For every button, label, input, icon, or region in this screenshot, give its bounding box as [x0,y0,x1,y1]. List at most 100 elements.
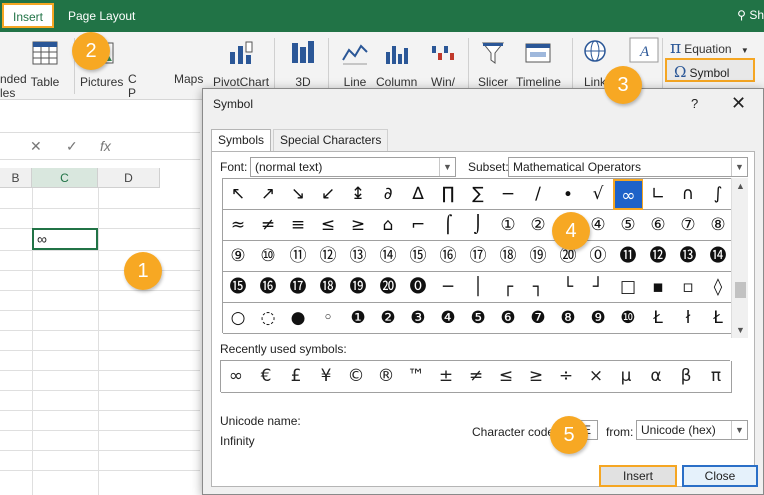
symbol-cell[interactable]: ⑭ [373,241,404,272]
recent-symbol-cell[interactable]: £ [281,361,312,393]
symbol-cell[interactable]: ≡ [283,210,314,241]
help-button[interactable]: ? [691,96,698,111]
font-select[interactable]: (normal text) ▼ [250,157,456,177]
symbol-cell[interactable]: ↨ [343,179,374,210]
recent-symbol-cell[interactable]: € [251,361,282,393]
symbol-cell[interactable]: ❻ [493,303,524,334]
symbol-cell[interactable]: ▪ [643,272,674,303]
scroll-thumb[interactable] [735,282,746,298]
symbol-cell[interactable]: ⓱ [283,272,314,303]
symbol-cell[interactable]: └ [553,272,584,303]
recent-symbol-cell[interactable]: ® [371,361,402,393]
column-header-c[interactable]: C [32,168,98,188]
symbol-cell[interactable]: ↗ [253,179,284,210]
tab-symbols[interactable]: Symbols [211,129,272,153]
symbol-cell[interactable]: ◊ [703,272,734,303]
symbol-cell[interactable]: ❼ [523,303,554,334]
symbol-cell[interactable]: ❾ [583,303,614,334]
tab-page-layout[interactable]: Page Layout [68,9,135,23]
symbol-cell[interactable]: ∂ [373,179,404,210]
symbol-cell[interactable]: ⌡ [463,210,494,241]
symbol-cell[interactable]: ❸ [403,303,434,334]
symbol-grid-scrollbar[interactable]: ▲ ▼ [731,178,748,338]
tab-special-characters[interactable]: Special Characters [273,129,389,151]
symbol-cell[interactable]: ⓴ [373,272,404,303]
sparkline-column-button[interactable]: Column [376,38,417,89]
symbol-button[interactable]: Ω Symbol [665,58,755,82]
pivotchart-button[interactable]: PivotChart [213,38,269,89]
symbol-cell[interactable]: Ł [703,303,734,334]
symbol-cell[interactable]: ≠ [253,210,284,241]
symbol-cell[interactable]: ⑥ [643,210,674,241]
recent-symbol-cell[interactable]: ¥ [311,361,342,393]
symbol-cell[interactable]: ≈ [223,210,254,241]
symbol-cell[interactable]: ● [283,303,314,334]
column-header-b[interactable]: B [0,168,32,188]
symbol-cell[interactable]: ⑯ [433,241,464,272]
symbol-cell[interactable]: ≥ [343,210,374,241]
sparkline-winloss-button[interactable]: Win/ [428,38,458,89]
symbol-cell[interactable]: ⑱ [493,241,524,272]
insert-button[interactable]: Insert [599,465,677,487]
symbol-cell[interactable]: ⓲ [313,272,344,303]
recent-symbol-cell[interactable]: × [581,361,612,393]
symbol-cell[interactable]: ∕ [523,179,554,210]
3d-map-button[interactable]: 3D [288,38,318,89]
timeline-button[interactable]: Timeline [516,38,561,89]
scroll-up-icon[interactable]: ▲ [732,178,749,194]
symbol-cell[interactable]: ⓭ [673,241,704,272]
symbol-cell[interactable]: ⓬ [643,241,674,272]
symbol-cell[interactable]: ⓰ [253,272,284,303]
symbol-cell[interactable]: ⓪ [583,241,614,272]
subset-select[interactable]: Mathematical Operators ▼ [508,157,748,177]
symbol-cell[interactable]: ▫ [673,272,704,303]
symbol-cell[interactable]: ⑬ [343,241,374,272]
recent-symbol-cell[interactable]: ™ [401,361,432,393]
symbol-cell[interactable]: ❺ [463,303,494,334]
recent-symbol-cell[interactable]: α [641,361,672,393]
symbol-cell[interactable]: ❽ [553,303,584,334]
symbol-cell[interactable]: ❶ [343,303,374,334]
symbol-cell[interactable]: ↙ [313,179,344,210]
cancel-icon[interactable]: ✕ [30,138,42,155]
symbol-cell[interactable]: √ [583,179,614,210]
symbol-cell[interactable]: ⓫ [613,241,644,272]
symbol-cell[interactable]: ⑲ [523,241,554,272]
symbol-cell[interactable]: ⑰ [463,241,494,272]
symbol-cell[interactable]: ↘ [283,179,314,210]
recent-symbol-cell[interactable]: ± [431,361,462,393]
symbol-cell[interactable]: ⑤ [613,210,644,241]
symbol-cell[interactable]: ◌ [253,303,284,334]
symbol-cell[interactable]: ◦ [313,303,344,334]
symbol-cell[interactable]: ⓿ [403,272,434,303]
symbol-cell[interactable]: − [493,179,524,210]
symbol-cell[interactable]: ❹ [433,303,464,334]
share-button[interactable]: ⚲ Sh [737,8,764,22]
symbol-cell[interactable]: ∙ [553,179,584,210]
close-button[interactable]: Close [682,465,758,487]
close-icon[interactable]: ✕ [731,93,746,114]
symbol-cell[interactable]: ⓯ [223,272,254,303]
symbol-cell[interactable]: ∫ [703,179,734,210]
symbol-cell[interactable]: ⓳ [343,272,374,303]
symbol-cell[interactable]: ⓮ [703,241,734,272]
recent-symbol-cell[interactable]: ≤ [491,361,522,393]
symbol-cell[interactable]: ┐ [523,272,554,303]
recent-symbol-cell[interactable]: ∞ [221,361,252,393]
tab-insert[interactable]: Insert [2,3,54,28]
symbol-cell[interactable]: ⌐ [403,210,434,241]
recent-symbol-cell[interactable]: π [701,361,732,393]
recent-symbol-cell[interactable]: µ [611,361,642,393]
table-button[interactable]: Table [30,38,60,89]
symbol-cell[interactable]: ┘ [583,272,614,303]
symbol-cell[interactable]: ∑ [463,179,494,210]
insert-function-icon[interactable]: fx [100,138,111,154]
symbol-cell[interactable]: Ł [643,303,674,334]
symbol-cell[interactable]: ⑮ [403,241,434,272]
symbol-cell[interactable]: ↖ [223,179,254,210]
symbol-cell[interactable]: │ [463,272,494,303]
symbol-cell[interactable]: ② [523,210,554,241]
selected-cell-c[interactable]: ∞ [32,228,98,250]
symbol-cell[interactable]: ∏ [433,179,464,210]
symbol-cell[interactable]: ⌂ [373,210,404,241]
